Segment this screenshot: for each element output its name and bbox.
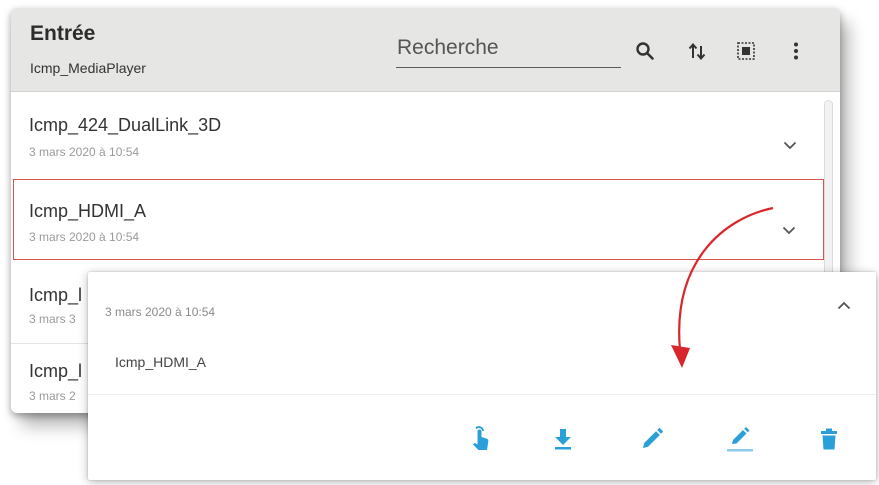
expanded-item-card: 3 mars 2020 à 10:54 Icmp_HDMI_A <box>88 272 876 480</box>
list-item-date: 3 mars 2 <box>29 389 76 403</box>
list-item-date: 3 mars 3 <box>29 312 76 326</box>
more-options-button[interactable] <box>783 38 809 64</box>
chevron-down-icon <box>783 141 797 149</box>
sort-button[interactable] <box>684 38 710 64</box>
more-vert-icon <box>794 42 798 60</box>
search-input[interactable] <box>396 32 621 68</box>
page-title: Entrée <box>30 22 96 45</box>
list-item[interactable]: Icmp_424_DualLink_3D 3 mars 2020 à 10:54 <box>11 93 824 169</box>
rename-icon <box>727 427 753 452</box>
card-date: 3 mars 2020 à 10:54 <box>105 305 216 319</box>
list-item-date: 3 mars 2020 à 10:54 <box>29 230 140 244</box>
download-icon <box>555 429 571 450</box>
select-all-icon <box>737 42 755 60</box>
search-icon <box>636 42 654 60</box>
select-all-button[interactable] <box>733 38 759 64</box>
touch-button[interactable] <box>466 424 494 454</box>
card-name: Icmp_HDMI_A <box>115 354 207 370</box>
list-item-date: 3 mars 2020 à 10:54 <box>29 145 140 159</box>
expand-button[interactable] <box>780 135 800 155</box>
chevron-down-icon <box>782 226 796 234</box>
collapse-button[interactable] <box>833 294 855 316</box>
search-button[interactable] <box>632 38 658 64</box>
touch-icon <box>473 426 489 450</box>
list-item-name: Icmp_l <box>29 285 83 305</box>
page-subtitle: Icmp_MediaPlayer <box>30 60 146 76</box>
card-divider <box>88 394 876 395</box>
delete-button[interactable] <box>815 424 843 454</box>
list-item-name: Icmp_424_DualLink_3D <box>29 115 222 135</box>
chevron-up-icon <box>837 301 851 309</box>
delete-icon <box>821 428 837 450</box>
sort-icon <box>688 42 706 61</box>
edit-icon <box>643 427 664 448</box>
list-item-selected[interactable]: Icmp_HDMI_A 3 mars 2020 à 10:54 <box>13 179 824 260</box>
edit-button[interactable] <box>638 424 666 454</box>
list-item-name: Icmp_HDMI_A <box>29 201 147 221</box>
list-item-name: Icmp_l <box>29 361 83 381</box>
expand-button[interactable] <box>779 220 799 240</box>
panel-header: Entrée Icmp_MediaPlayer <box>11 8 840 92</box>
download-button[interactable] <box>549 424 577 454</box>
rename-button[interactable] <box>726 424 754 454</box>
